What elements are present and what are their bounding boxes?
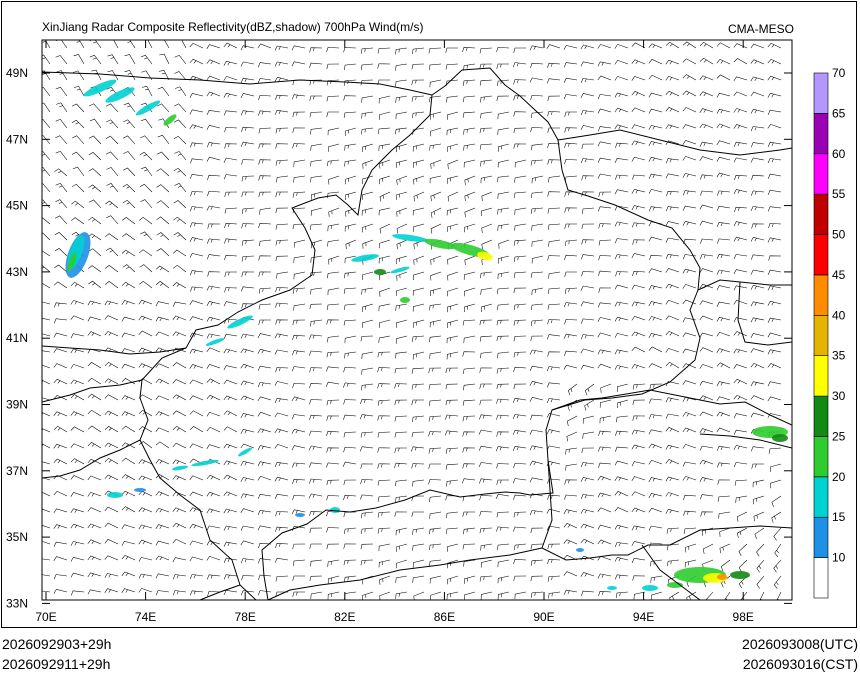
colorbar-swatch <box>813 516 829 558</box>
lon-label: 70E <box>35 610 56 624</box>
colorbar-label: 15 <box>832 510 846 524</box>
longitude-labels: 70E 74E 78E 82E 86E 90E 94E 98E <box>35 610 754 624</box>
colorbar-swatch <box>813 557 829 599</box>
lat-label: 49N <box>6 66 28 80</box>
colorbar-swatch <box>813 395 829 437</box>
init-time-utc: 2026092903+29h <box>2 636 112 652</box>
lon-label: 86E <box>434 610 455 624</box>
colorbar-labels: 10 15 20 25 30 35 40 45 50 55 60 65 70 <box>832 66 846 565</box>
echo-blob <box>134 488 146 492</box>
echo-blob <box>374 269 386 275</box>
valid-time-cst: 2026093016(CST) <box>742 656 858 672</box>
echo-blob <box>772 434 788 442</box>
echo-blob <box>642 585 658 591</box>
colorbar-swatch <box>813 274 829 316</box>
colorbar-label: 70 <box>832 66 846 80</box>
colorbar-label: 10 <box>832 551 846 565</box>
echo-blob <box>576 548 584 552</box>
colorbar-label: 50 <box>832 228 846 242</box>
echo-blob <box>717 574 727 580</box>
echo-blob <box>107 492 123 498</box>
colorbar-label: 25 <box>832 429 846 443</box>
valid-time-utc: 2026093008(UTC) <box>742 636 858 652</box>
lat-label: 33N <box>6 596 28 610</box>
map-plot-area <box>42 40 792 600</box>
lat-label: 35N <box>6 530 28 544</box>
lon-label: 98E <box>733 610 754 624</box>
colorbar-swatch <box>813 436 829 478</box>
colorbar-swatch <box>813 315 829 356</box>
colorbar-label: 40 <box>832 308 846 322</box>
colorbar-swatch <box>813 476 829 518</box>
lat-label: 45N <box>6 199 28 213</box>
colorbar-label: 55 <box>832 187 846 201</box>
colorbar-swatch <box>813 234 829 276</box>
colorbar-label: 35 <box>832 349 846 363</box>
lat-label: 43N <box>6 265 28 279</box>
latitude-labels: 49N 47N 45N 43N 41N 39N 37N 35N 33N <box>6 66 28 610</box>
colorbar-label: 45 <box>832 268 846 282</box>
lat-label: 47N <box>6 132 28 146</box>
lon-label: 74E <box>135 610 156 624</box>
colorbar-swatch <box>813 355 829 397</box>
colorbar-label: 30 <box>832 389 846 403</box>
colorbar-swatch <box>813 193 829 235</box>
colorbar <box>813 72 829 599</box>
lat-label: 41N <box>6 331 28 345</box>
colorbar-label: 60 <box>832 147 846 161</box>
lon-label: 94E <box>633 610 654 624</box>
echo-blob <box>607 586 617 590</box>
colorbar-swatch <box>813 153 829 195</box>
lon-label: 82E <box>334 610 355 624</box>
colorbar-label: 20 <box>832 470 846 484</box>
colorbar-swatch <box>813 72 829 114</box>
lon-label: 78E <box>235 610 256 624</box>
lat-label: 39N <box>6 398 28 412</box>
lon-label: 90E <box>533 610 554 624</box>
echo-blob <box>400 297 410 303</box>
init-time-cst: 2026092911+29h <box>2 656 111 672</box>
echo-blob <box>730 571 750 579</box>
colorbar-label: 65 <box>832 106 846 120</box>
colorbar-swatch <box>813 113 829 155</box>
lat-label: 37N <box>6 464 28 478</box>
map-svg: 49N 47N 45N 43N 41N 39N 37N 35N 33N 70E 74E 78E 82E… <box>6 39 846 624</box>
echo-blob <box>295 513 305 517</box>
